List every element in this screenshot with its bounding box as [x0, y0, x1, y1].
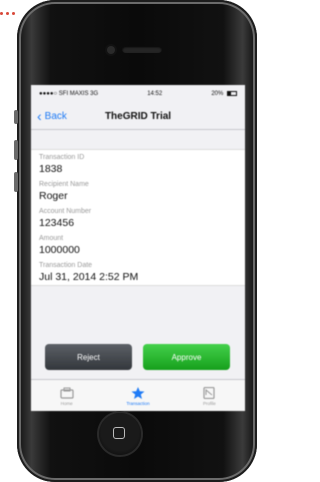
tab-bar: Home Transaction Profile	[31, 379, 245, 411]
carrier-label: ●●●●○ SFI MAXIS 3G	[39, 91, 99, 97]
back-button[interactable]: ‹ Back	[31, 108, 67, 124]
field-transaction-id: Transaction ID 1838	[31, 150, 245, 177]
profile-icon	[203, 386, 215, 399]
action-bar: Reject Approve	[31, 339, 245, 379]
earpiece-speaker	[122, 46, 162, 53]
front-camera	[107, 46, 115, 54]
phone-screen: ●●●●○ SFI MAXIS 3G 14:52 20% ‹ Back TheG…	[31, 85, 245, 411]
silent-switch	[14, 110, 18, 124]
tab-label: Home	[60, 400, 73, 406]
navigation-bar: ‹ Back TheGRID Trial	[31, 103, 245, 130]
field-label: Account Number	[39, 208, 92, 215]
field-value: 123456	[39, 217, 75, 229]
battery-indicator: 20%	[211, 90, 237, 98]
battery-icon	[227, 90, 237, 96]
field-label: Recipient Name	[39, 181, 89, 188]
home-button[interactable]	[99, 413, 141, 455]
field-label: Transaction ID	[39, 154, 85, 161]
star-icon	[131, 386, 145, 399]
volume-up-button	[14, 140, 18, 160]
tab-transaction[interactable]: Transaction	[102, 380, 173, 411]
field-value: Jul 31, 2014 2:52 PM	[39, 271, 139, 283]
approve-button[interactable]: Approve	[143, 344, 230, 370]
field-amount: Amount 1000000	[31, 231, 245, 258]
battery-percent: 20%	[211, 91, 224, 98]
tab-label: Transaction	[126, 400, 150, 406]
tab-label: Profile	[202, 400, 216, 406]
field-label: Transaction Date	[39, 262, 93, 269]
field-value: 1838	[39, 163, 63, 175]
home-square-icon	[113, 427, 125, 439]
reject-button[interactable]: Reject	[45, 344, 132, 370]
field-label: Amount	[39, 235, 64, 242]
clock: 14:52	[147, 91, 163, 97]
field-value: Roger	[39, 190, 68, 202]
transaction-details: Transaction ID 1838 Recipient Name Roger…	[31, 149, 245, 286]
field-transaction-date: Transaction Date Jul 31, 2014 2:52 PM	[31, 258, 245, 285]
tab-profile[interactable]: Profile	[174, 380, 245, 411]
home-icon	[60, 387, 74, 399]
volume-down-button	[14, 172, 18, 192]
field-account-number: Account Number 123456	[31, 204, 245, 231]
tab-home[interactable]: Home	[31, 380, 102, 411]
back-label: Back	[44, 110, 67, 122]
field-value: 1000000	[39, 244, 80, 256]
field-recipient-name: Recipient Name Roger	[31, 177, 245, 204]
decorative-dots	[0, 12, 16, 18]
status-bar: ●●●●○ SFI MAXIS 3G 14:52 20%	[31, 85, 245, 103]
chevron-left-icon: ‹	[37, 108, 42, 124]
